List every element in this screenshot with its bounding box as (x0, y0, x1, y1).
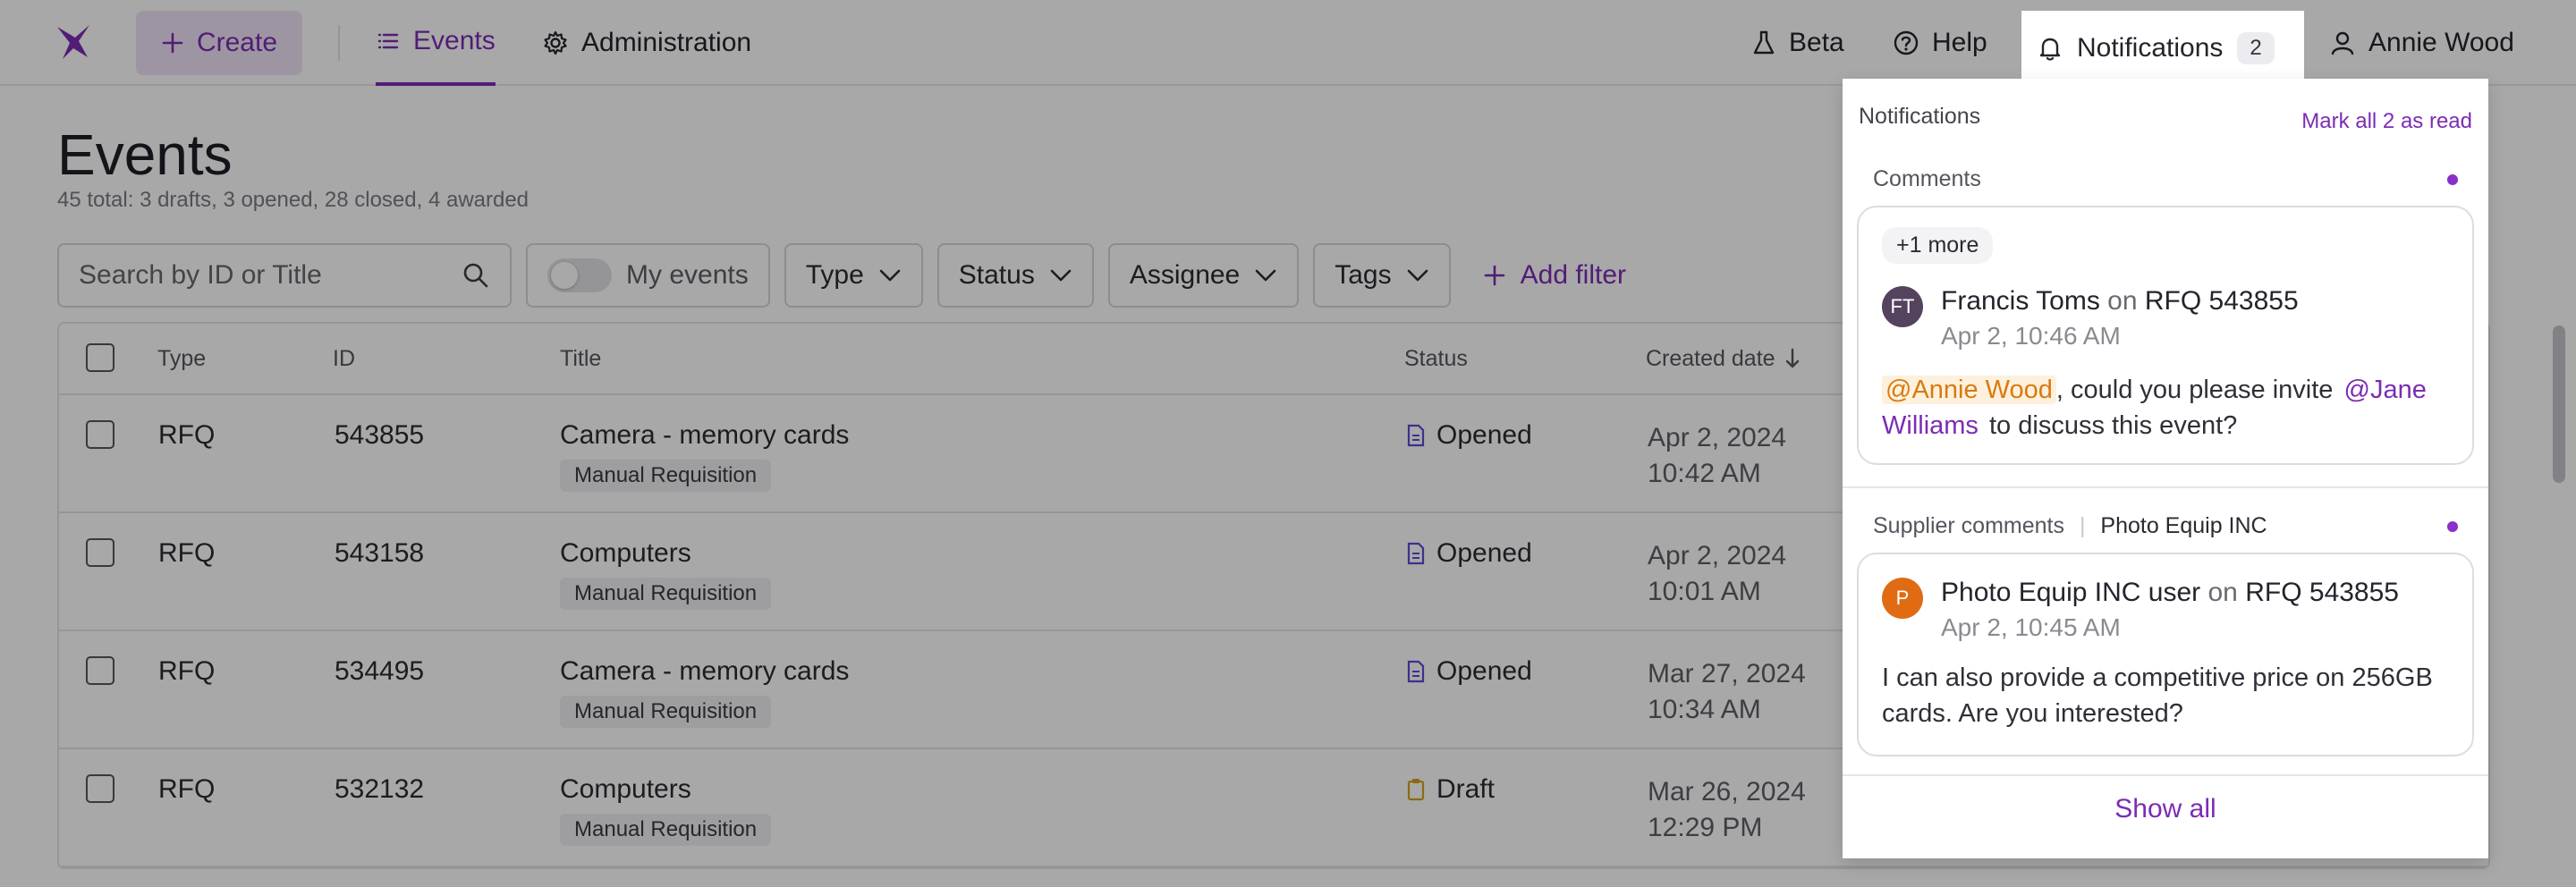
show-all-link[interactable]: Show all (1843, 794, 2488, 824)
supplier-author-line: Photo Equip INC user on RFQ 543855 (1941, 578, 2399, 608)
supplier-timestamp: Apr 2, 10:45 AM (1941, 613, 2121, 641)
mention-current-user[interactable]: @Annie Wood (1882, 376, 2056, 404)
notifications-button[interactable]: Notifications 2 (2021, 11, 2304, 86)
comment-text-part-1: , could you please invite (2055, 376, 2334, 404)
bell-icon (2039, 38, 2061, 61)
more-comments-chip[interactable]: +1 more (1882, 227, 1994, 264)
supplier-comment-text: I can also provide a competitive price o… (1882, 663, 2433, 728)
notifications-label: Notifications (2077, 33, 2224, 63)
comment-text-part-2: to discuss this event? (1989, 411, 2238, 440)
notifications-count-badge: 2 (2237, 32, 2275, 64)
supplier-comments-label: Supplier comments (1873, 513, 2064, 538)
notifications-panel-header: Notifications Mark all 2 as read (1859, 104, 2472, 134)
comment-reference[interactable]: RFQ 543855 (2145, 286, 2299, 316)
footer-divider (1843, 774, 2488, 776)
section-divider (1843, 486, 2488, 488)
comments-section-header: Comments (1873, 166, 2458, 192)
comment-author-line: Francis Toms on RFQ 543855 (1941, 286, 2299, 317)
avatar: FT (1882, 286, 1923, 327)
label-separator: | (2079, 513, 2086, 538)
unread-dot (2447, 173, 2458, 185)
comment-timestamp: Apr 2, 10:46 AM (1941, 322, 2121, 350)
notifications-panel: Notifications Mark all 2 as read Comment… (1843, 79, 2488, 858)
comment-notification-card[interactable]: +1 more FT Francis Toms on RFQ 543855 Ap… (1857, 206, 2474, 465)
unread-dot (2447, 520, 2458, 532)
comments-section-label: Comments (1873, 166, 1981, 191)
avatar: P (1882, 578, 1923, 619)
supplier-name: Photo Equip INC (2100, 513, 2267, 538)
on-word: on (2107, 286, 2138, 316)
comment-text: @Annie Wood, could you please invite @Ja… (1882, 372, 2463, 444)
supplier-author: Photo Equip INC user (1941, 578, 2201, 607)
supplier-section-label-group: Supplier comments | Photo Equip INC (1873, 513, 2267, 539)
mark-all-read-link[interactable]: Mark all 2 as read (2301, 109, 2472, 134)
notifications-panel-title: Notifications (1859, 104, 1981, 129)
on-word: on (2207, 578, 2238, 607)
supplier-reference[interactable]: RFQ 543855 (2245, 578, 2399, 607)
supplier-comment-notification-card[interactable]: P Photo Equip INC user on RFQ 543855 Apr… (1857, 553, 2474, 756)
supplier-comments-section-header: Supplier comments | Photo Equip INC (1873, 513, 2458, 539)
comment-author: Francis Toms (1941, 286, 2100, 316)
